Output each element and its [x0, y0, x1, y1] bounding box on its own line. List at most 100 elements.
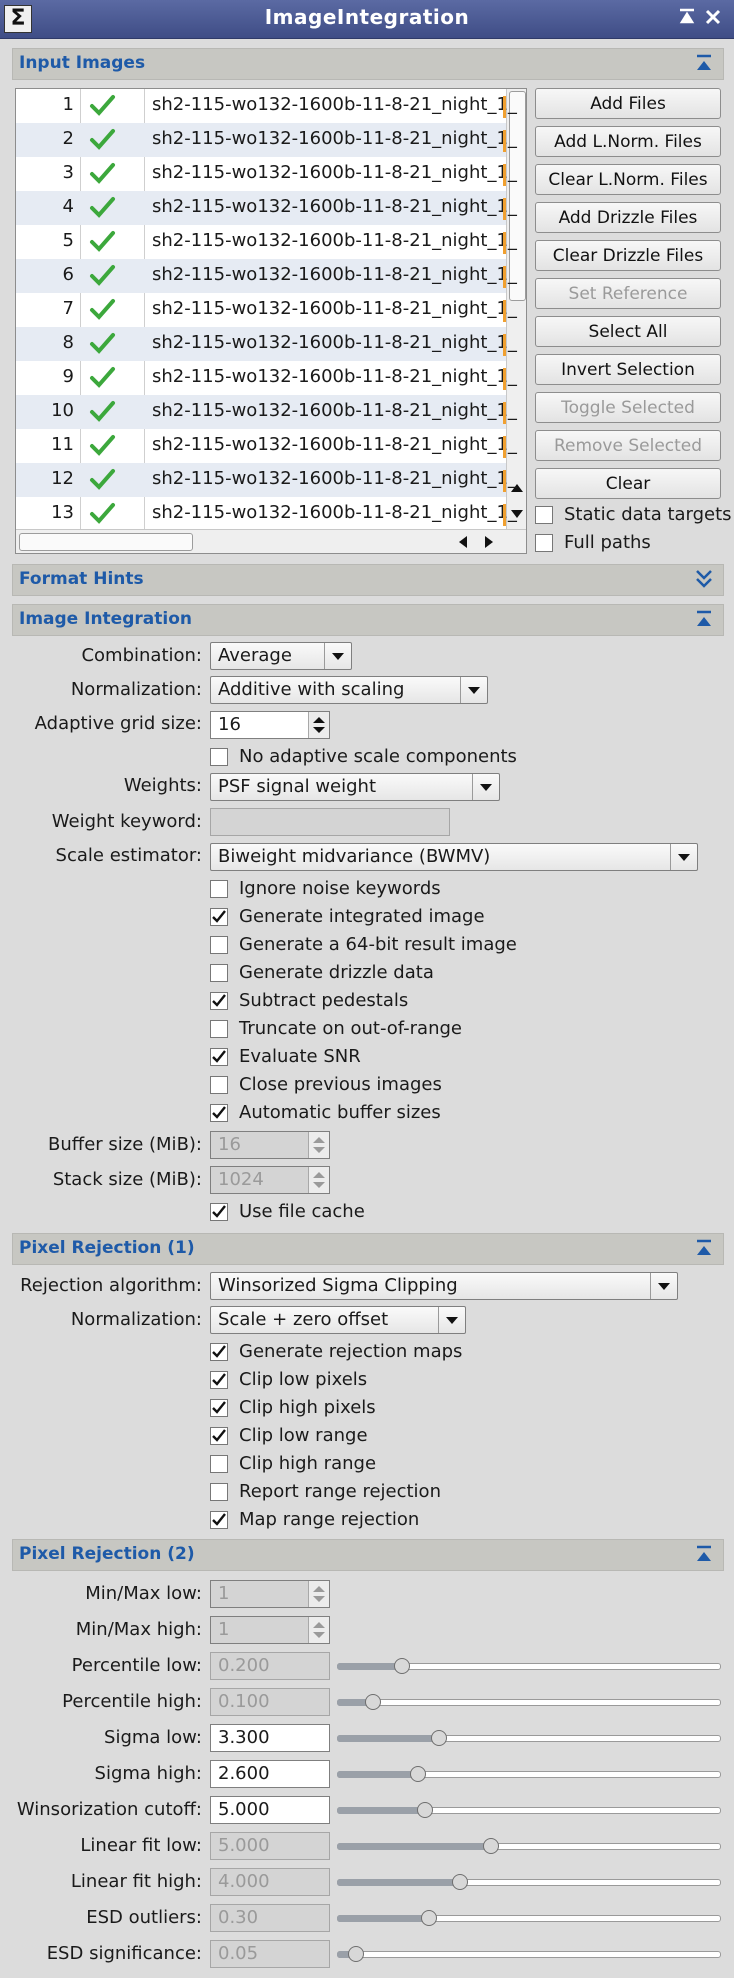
scroll-right-icon[interactable]	[482, 535, 496, 549]
section-format-hints[interactable]: Format Hints	[12, 564, 724, 596]
enabled-check-icon[interactable]	[88, 195, 116, 221]
add-files-button[interactable]: Add Files	[535, 88, 721, 119]
winsorization-cutoff-input[interactable]: 5.000	[210, 1796, 330, 1824]
enabled-check-icon[interactable]	[88, 93, 116, 119]
enabled-check-icon[interactable]	[88, 161, 116, 187]
slider-handle[interactable]	[365, 1694, 382, 1710]
percentile-low-slider[interactable]	[337, 1652, 721, 1680]
stack-size-spinbox[interactable]: 1024	[210, 1166, 330, 1194]
minmax-low-spinbox[interactable]: 1	[210, 1580, 330, 1608]
sigma-high-input[interactable]: 2.600	[210, 1760, 330, 1788]
enabled-check-icon[interactable]	[88, 467, 116, 493]
add-drizzle-files-button[interactable]: Add Drizzle Files	[535, 202, 721, 233]
scale-estimator-select[interactable]: Biweight midvariance (BWMV)	[210, 843, 698, 871]
enabled-check-icon[interactable]	[88, 229, 116, 255]
section-image-integration[interactable]: Image Integration	[12, 604, 724, 636]
list-item[interactable]: 11 sh2-115-wo132-1600b-11-8-21_night_1_	[16, 429, 517, 463]
horizontal-scrollbar[interactable]	[16, 529, 526, 553]
spin-arrows-icon[interactable]	[308, 1617, 329, 1643]
slider-handle[interactable]	[421, 1910, 438, 1926]
enabled-check-icon[interactable]	[88, 365, 116, 391]
winsorization-cutoff-slider[interactable]	[337, 1796, 721, 1824]
linear-fit-low-slider[interactable]	[337, 1832, 721, 1860]
combination-select[interactable]: Average	[210, 642, 352, 670]
percentile-high-slider[interactable]	[337, 1688, 721, 1716]
esd-significance-slider[interactable]	[337, 1940, 721, 1968]
percentile-low-input[interactable]: 0.200	[210, 1652, 330, 1680]
sigma-high-slider[interactable]	[337, 1760, 721, 1788]
sigma-low-input[interactable]: 3.300	[210, 1724, 330, 1752]
close-icon[interactable]	[700, 7, 726, 31]
list-item[interactable]: 3 sh2-115-wo132-1600b-11-8-21_night_1_	[16, 157, 517, 191]
input-images-list[interactable]: 1 sh2-115-wo132-1600b-11-8-21_night_1_ 2 sh…	[15, 88, 527, 554]
select-all-button[interactable]: Select All	[535, 316, 721, 347]
expand-icon[interactable]	[693, 568, 715, 590]
section-pixel-rejection-2[interactable]: Pixel Rejection (2)	[12, 1539, 724, 1571]
enabled-check-icon[interactable]	[88, 433, 116, 459]
list-item[interactable]: 4 sh2-115-wo132-1600b-11-8-21_night_1_	[16, 191, 517, 225]
clear-button[interactable]: Clear	[535, 468, 721, 499]
collapse-icon[interactable]	[693, 1237, 715, 1259]
weights-select[interactable]: PSF signal weight	[210, 773, 500, 801]
enabled-check-icon[interactable]	[88, 501, 116, 527]
slider-handle[interactable]	[417, 1802, 434, 1818]
spin-arrows-icon[interactable]	[308, 1581, 329, 1607]
linear-fit-high-label: Linear fit high:	[70, 1871, 202, 1892]
buffer-size-spinbox[interactable]: 16	[210, 1131, 330, 1159]
scrollbar-thumb[interactable]	[19, 533, 193, 551]
esd-outliers-slider[interactable]	[337, 1904, 721, 1932]
slider-handle[interactable]	[348, 1946, 365, 1962]
scroll-left-icon[interactable]	[456, 535, 470, 549]
weight-keyword-input[interactable]	[210, 808, 450, 836]
list-item[interactable]: 6 sh2-115-wo132-1600b-11-8-21_night_1_	[16, 259, 517, 293]
remove-selected-button[interactable]: Remove Selected	[535, 430, 721, 461]
percentile-high-input[interactable]: 0.100	[210, 1688, 330, 1716]
minmax-high-spinbox[interactable]: 1	[210, 1616, 330, 1644]
slider-handle[interactable]	[409, 1766, 426, 1782]
normalization-select[interactable]: Additive with scaling	[210, 676, 488, 704]
slider-handle[interactable]	[430, 1730, 447, 1746]
list-item[interactable]: 8 sh2-115-wo132-1600b-11-8-21_night_1_	[16, 327, 517, 361]
list-item[interactable]: 13 sh2-115-wo132-1600b-11-8-21_night_1_	[16, 497, 517, 531]
collapse-icon[interactable]	[693, 608, 715, 630]
sigma-low-slider[interactable]	[337, 1724, 721, 1752]
shade-icon[interactable]	[674, 7, 700, 31]
esd-outliers-input[interactable]: 0.30	[210, 1904, 330, 1932]
enabled-check-icon[interactable]	[88, 263, 116, 289]
toggle-selected-button[interactable]: Toggle Selected	[535, 392, 721, 423]
slider-handle[interactable]	[394, 1658, 411, 1674]
add-l-norm-files-button[interactable]: Add L.Norm. Files	[535, 126, 721, 157]
collapse-icon[interactable]	[693, 1543, 715, 1565]
spin-arrows-icon[interactable]	[308, 712, 329, 738]
invert-selection-button[interactable]: Invert Selection	[535, 354, 721, 385]
slider-handle[interactable]	[451, 1874, 468, 1890]
spin-arrows-icon[interactable]	[308, 1167, 329, 1193]
esd-significance-input[interactable]: 0.05	[210, 1940, 330, 1968]
rejection-algorithm-select[interactable]: Winsorized Sigma Clipping	[210, 1272, 678, 1300]
spin-arrows-icon[interactable]	[308, 1132, 329, 1158]
linear-fit-low-input[interactable]: 5.000	[210, 1832, 330, 1860]
enabled-check-icon[interactable]	[88, 331, 116, 357]
enabled-check-icon[interactable]	[88, 399, 116, 425]
list-item[interactable]: 1 sh2-115-wo132-1600b-11-8-21_night_1_	[16, 89, 517, 123]
section-pixel-rejection-1[interactable]: Pixel Rejection (1)	[12, 1233, 724, 1265]
list-item[interactable]: 9 sh2-115-wo132-1600b-11-8-21_night_1_	[16, 361, 517, 395]
list-item[interactable]: 12 sh2-115-wo132-1600b-11-8-21_night_1_	[16, 463, 517, 497]
list-item[interactable]: 10 sh2-115-wo132-1600b-11-8-21_night_1_	[16, 395, 517, 429]
enabled-check-icon[interactable]	[88, 297, 116, 323]
adaptive-grid-spinbox[interactable]: 16	[210, 711, 330, 739]
set-reference-button[interactable]: Set Reference	[535, 278, 721, 309]
linear-fit-high-input[interactable]: 4.000	[210, 1868, 330, 1896]
window-title: ImageIntegration	[264, 5, 470, 29]
section-input-images[interactable]: Input Images	[12, 48, 724, 80]
list-item[interactable]: 7 sh2-115-wo132-1600b-11-8-21_night_1_	[16, 293, 517, 327]
collapse-icon[interactable]	[693, 52, 715, 74]
clear-l-norm-files-button[interactable]: Clear L.Norm. Files	[535, 164, 721, 195]
linear-fit-high-slider[interactable]	[337, 1868, 721, 1896]
list-item[interactable]: 2 sh2-115-wo132-1600b-11-8-21_night_1_	[16, 123, 517, 157]
list-item[interactable]: 5 sh2-115-wo132-1600b-11-8-21_night_1_	[16, 225, 517, 259]
slider-handle[interactable]	[482, 1838, 499, 1854]
clear-drizzle-files-button[interactable]: Clear Drizzle Files	[535, 240, 721, 271]
rejection-normalization-select[interactable]: Scale + zero offset	[210, 1306, 466, 1334]
enabled-check-icon[interactable]	[88, 127, 116, 153]
